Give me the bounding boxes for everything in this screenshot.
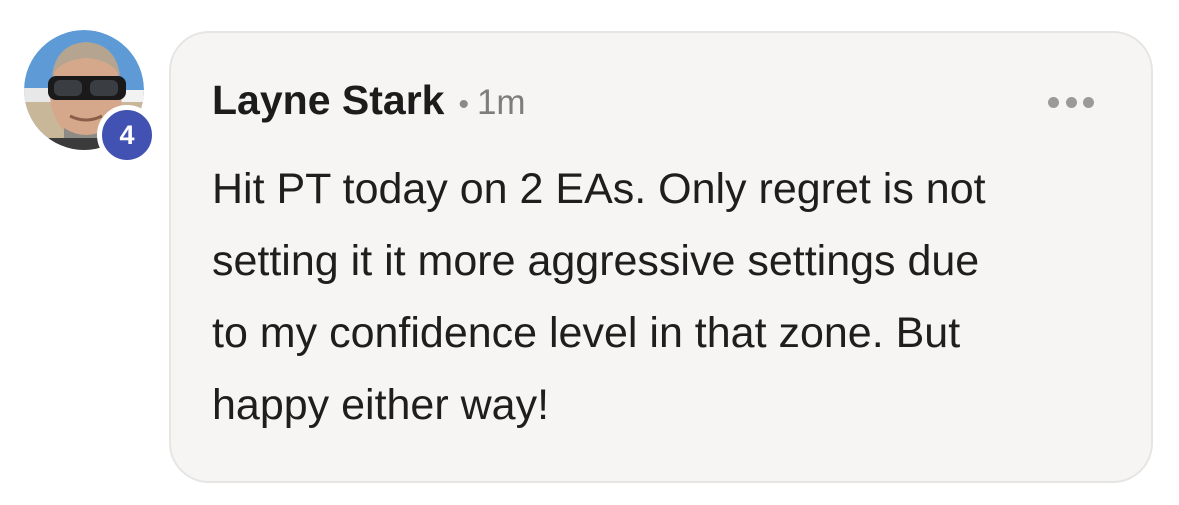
comment-body: Hit PT today on 2 EAs. Only regret is no… <box>212 153 1112 441</box>
level-badge: 4 <box>97 105 157 165</box>
more-dot <box>1048 96 1059 108</box>
comment-bubble: Layne Stark • 1m Hit PT today on 2 EAs. … <box>169 31 1153 483</box>
comment-body-line: setting it it more aggressive settings d… <box>212 237 980 285</box>
more-options-icon[interactable] <box>1048 95 1094 109</box>
more-dot <box>1083 96 1094 108</box>
author-name[interactable]: Layne Stark <box>212 77 444 124</box>
avatar-container[interactable]: 4 <box>24 30 157 165</box>
comment-body-line: to my confidence level in that zone. But <box>212 309 961 357</box>
comment-header: Layne Stark • 1m <box>212 77 526 124</box>
comment-timestamp[interactable]: 1m <box>477 83 526 123</box>
comment-body-line: happy either way! <box>212 381 550 429</box>
separator-dot: • <box>458 88 469 121</box>
comment-body-line: Hit PT today on 2 EAs. Only regret is no… <box>212 165 986 213</box>
more-dot <box>1065 96 1077 108</box>
